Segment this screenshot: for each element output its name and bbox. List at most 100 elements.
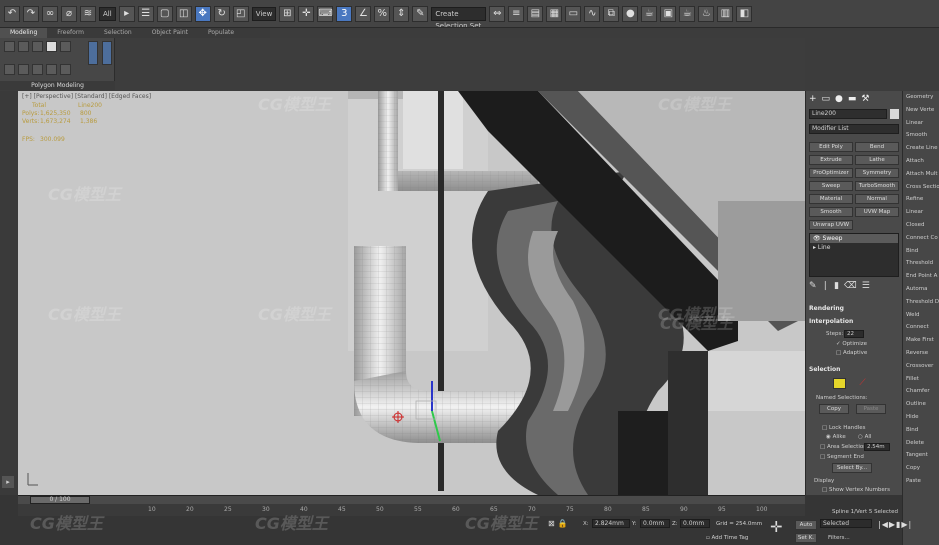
modifier-extrude-button[interactable]: Extrude (809, 155, 853, 165)
selection-filter-dropdown[interactable]: All (99, 6, 116, 21)
paste-button[interactable]: Paste (856, 404, 886, 414)
named-selection-set-dropdown[interactable]: Create Selection Set (431, 6, 487, 27)
stack-item-sweep[interactable]: 👁 Sweep (810, 234, 898, 243)
far-panel-item[interactable]: Delete (906, 440, 924, 446)
far-panel-item[interactable]: Make First (906, 337, 934, 343)
far-panel-item[interactable]: Cross Section (906, 184, 939, 190)
curve-editor-icon[interactable]: ∿ (584, 5, 601, 22)
tab-object-paint[interactable]: Object Paint (142, 28, 198, 38)
element-mode-icon[interactable] (60, 41, 71, 52)
render-online-icon[interactable]: ▥ (717, 5, 734, 22)
link-icon[interactable]: ∞ (42, 5, 58, 22)
far-panel-item[interactable]: Crossover (906, 363, 933, 369)
add-time-tag-icon[interactable]: ▫ Add Time Tag (706, 535, 748, 541)
optimize-checkbox[interactable]: ✓ Optimize (836, 341, 867, 347)
far-panel-item[interactable]: Reverse (906, 350, 928, 356)
time-slider-thumb[interactable]: 0 / 100 (30, 496, 90, 504)
modifier-normal-button[interactable]: Normal (855, 194, 899, 204)
show-vertex-numbers-checkbox[interactable]: □ Show Vertex Numbers (822, 487, 890, 493)
vertex-subobject-icon[interactable] (833, 378, 846, 389)
align-icon[interactable]: ≡ (508, 5, 525, 22)
tab-selection[interactable]: Selection (94, 28, 142, 38)
far-panel-item[interactable]: Attach (906, 158, 924, 164)
ribbon-title[interactable]: Polygon Modeling (0, 81, 115, 90)
geometry-icon[interactable] (32, 64, 43, 75)
open-autodesk-a360-icon[interactable]: ◧ (736, 5, 753, 22)
alike-radio[interactable]: ◉ Alike (826, 434, 846, 440)
key-filter-dropdown[interactable]: Selected (820, 519, 872, 528)
far-panel-item[interactable]: Threshold (906, 260, 933, 266)
far-panel-item[interactable]: Copy (906, 465, 920, 471)
border-mode-icon[interactable] (32, 41, 43, 52)
select-by-name-icon[interactable]: ☰ (137, 5, 154, 22)
far-panel-item[interactable]: Linear (906, 209, 923, 215)
angle-snap-icon[interactable]: ∠ (355, 5, 372, 22)
y-coordinate-field[interactable]: 0.0mm (640, 519, 670, 528)
stack-item-line[interactable]: ▸ Line (810, 243, 898, 252)
mirror-icon[interactable]: ⇔ (489, 5, 506, 22)
far-panel-item[interactable]: Linear (906, 120, 923, 126)
percent-snap-icon[interactable]: % (374, 5, 391, 22)
far-panel-item[interactable]: Bind (906, 248, 918, 254)
scale-icon[interactable]: ◰ (232, 5, 249, 22)
x-coordinate-field[interactable]: 2.824mm (592, 519, 630, 528)
far-panel-item[interactable]: End Point A (906, 273, 937, 279)
far-panel-item[interactable]: Connect (906, 324, 929, 330)
auto-key-button[interactable]: Auto (795, 520, 817, 530)
select-by-button[interactable]: Select By... (832, 463, 872, 473)
far-panel-item[interactable]: Create Line (906, 145, 938, 151)
far-panel-item[interactable]: Attach Mult (906, 171, 938, 177)
select-manipulate-icon[interactable]: ✛ (298, 5, 315, 22)
track-bar[interactable]: 10 20 25 30 40 45 50 55 60 65 70 75 80 85 90 95 100 (18, 504, 805, 516)
rendering-rollout[interactable]: Rendering (809, 305, 844, 312)
lock-selection-icons[interactable]: ⊠🔒 (548, 519, 571, 528)
segment-subobject-icon[interactable]: ⟋ (856, 378, 869, 389)
edit-mode-icon[interactable] (18, 64, 29, 75)
rect-selection-icon[interactable]: ▢ (156, 5, 173, 22)
snaps-toggle-icon[interactable]: 3 (336, 5, 353, 22)
all-radio[interactable]: ○ All (858, 434, 871, 440)
ribbon-extra-icon[interactable] (88, 41, 98, 65)
render-setup-icon[interactable]: ☕ (641, 5, 658, 22)
modify-mode-icon[interactable] (4, 64, 15, 75)
tab-modeling[interactable]: Modeling (0, 28, 48, 38)
set-key-button[interactable]: Set K. (795, 533, 817, 543)
far-panel-item[interactable]: Paste (906, 478, 921, 484)
modifier-uvw-map-button[interactable]: UVW Map (855, 207, 899, 217)
adaptive-checkbox[interactable]: □ Adaptive (836, 350, 867, 356)
steps-spinner[interactable]: 22 (844, 330, 864, 338)
ribbon-extra-icon-2[interactable] (102, 41, 112, 65)
unlink-icon[interactable]: ⌀ (61, 5, 77, 22)
material-editor-icon[interactable]: ● (622, 5, 639, 22)
far-panel-item[interactable]: Threshold D (906, 299, 939, 305)
expand-track-icon[interactable]: ▸ (2, 476, 14, 488)
far-panel-item[interactable]: Tangent (906, 452, 928, 458)
window-crossing-icon[interactable]: ◫ (175, 5, 192, 22)
toggle-scene-explorer-icon[interactable]: ▤ (527, 5, 544, 22)
toggle-layer-explorer-icon[interactable]: ▦ (546, 5, 563, 22)
modifier-edit-poly-button[interactable]: Edit Poly (809, 142, 853, 152)
far-panel-item[interactable]: Connect Co (906, 235, 938, 241)
rotate-icon[interactable]: ↻ (213, 5, 230, 22)
far-panel-item[interactable]: Smooth (906, 132, 927, 138)
align-grid-icon[interactable] (60, 64, 71, 75)
filters-button[interactable]: Filters... (828, 535, 850, 541)
modifier-turbosmooth-button[interactable]: TurboSmooth (855, 181, 899, 191)
redo-icon[interactable]: ↷ (23, 5, 39, 22)
vertex-mode-icon[interactable] (4, 41, 15, 52)
far-panel-item[interactable]: Bind (906, 427, 918, 433)
command-panel-tab-icons[interactable]: +▭●▬⚒ (809, 94, 874, 104)
modifier-unwrap-uvw-button[interactable]: Unwrap UVW (809, 220, 853, 230)
bind-icon[interactable]: ≋ (80, 5, 96, 22)
modifier-sweep-button[interactable]: Sweep (809, 181, 853, 191)
z-coordinate-field[interactable]: 0.0mm (680, 519, 710, 528)
modifier-smooth-button[interactable]: Smooth (809, 207, 853, 217)
far-panel-item[interactable]: Chamfer (906, 388, 930, 394)
selection-rollout[interactable]: Selection (809, 366, 840, 373)
interpolation-rollout[interactable]: Interpolation (809, 318, 853, 325)
schematic-view-icon[interactable]: ⧉ (603, 5, 620, 22)
modifier-prooptimizer-button[interactable]: ProOptimizer (809, 168, 853, 178)
time-slider[interactable]: 0 / 100 (18, 495, 805, 504)
modifier-bend-button[interactable]: Bend (855, 142, 899, 152)
object-name-field[interactable]: Line200 (809, 109, 887, 119)
